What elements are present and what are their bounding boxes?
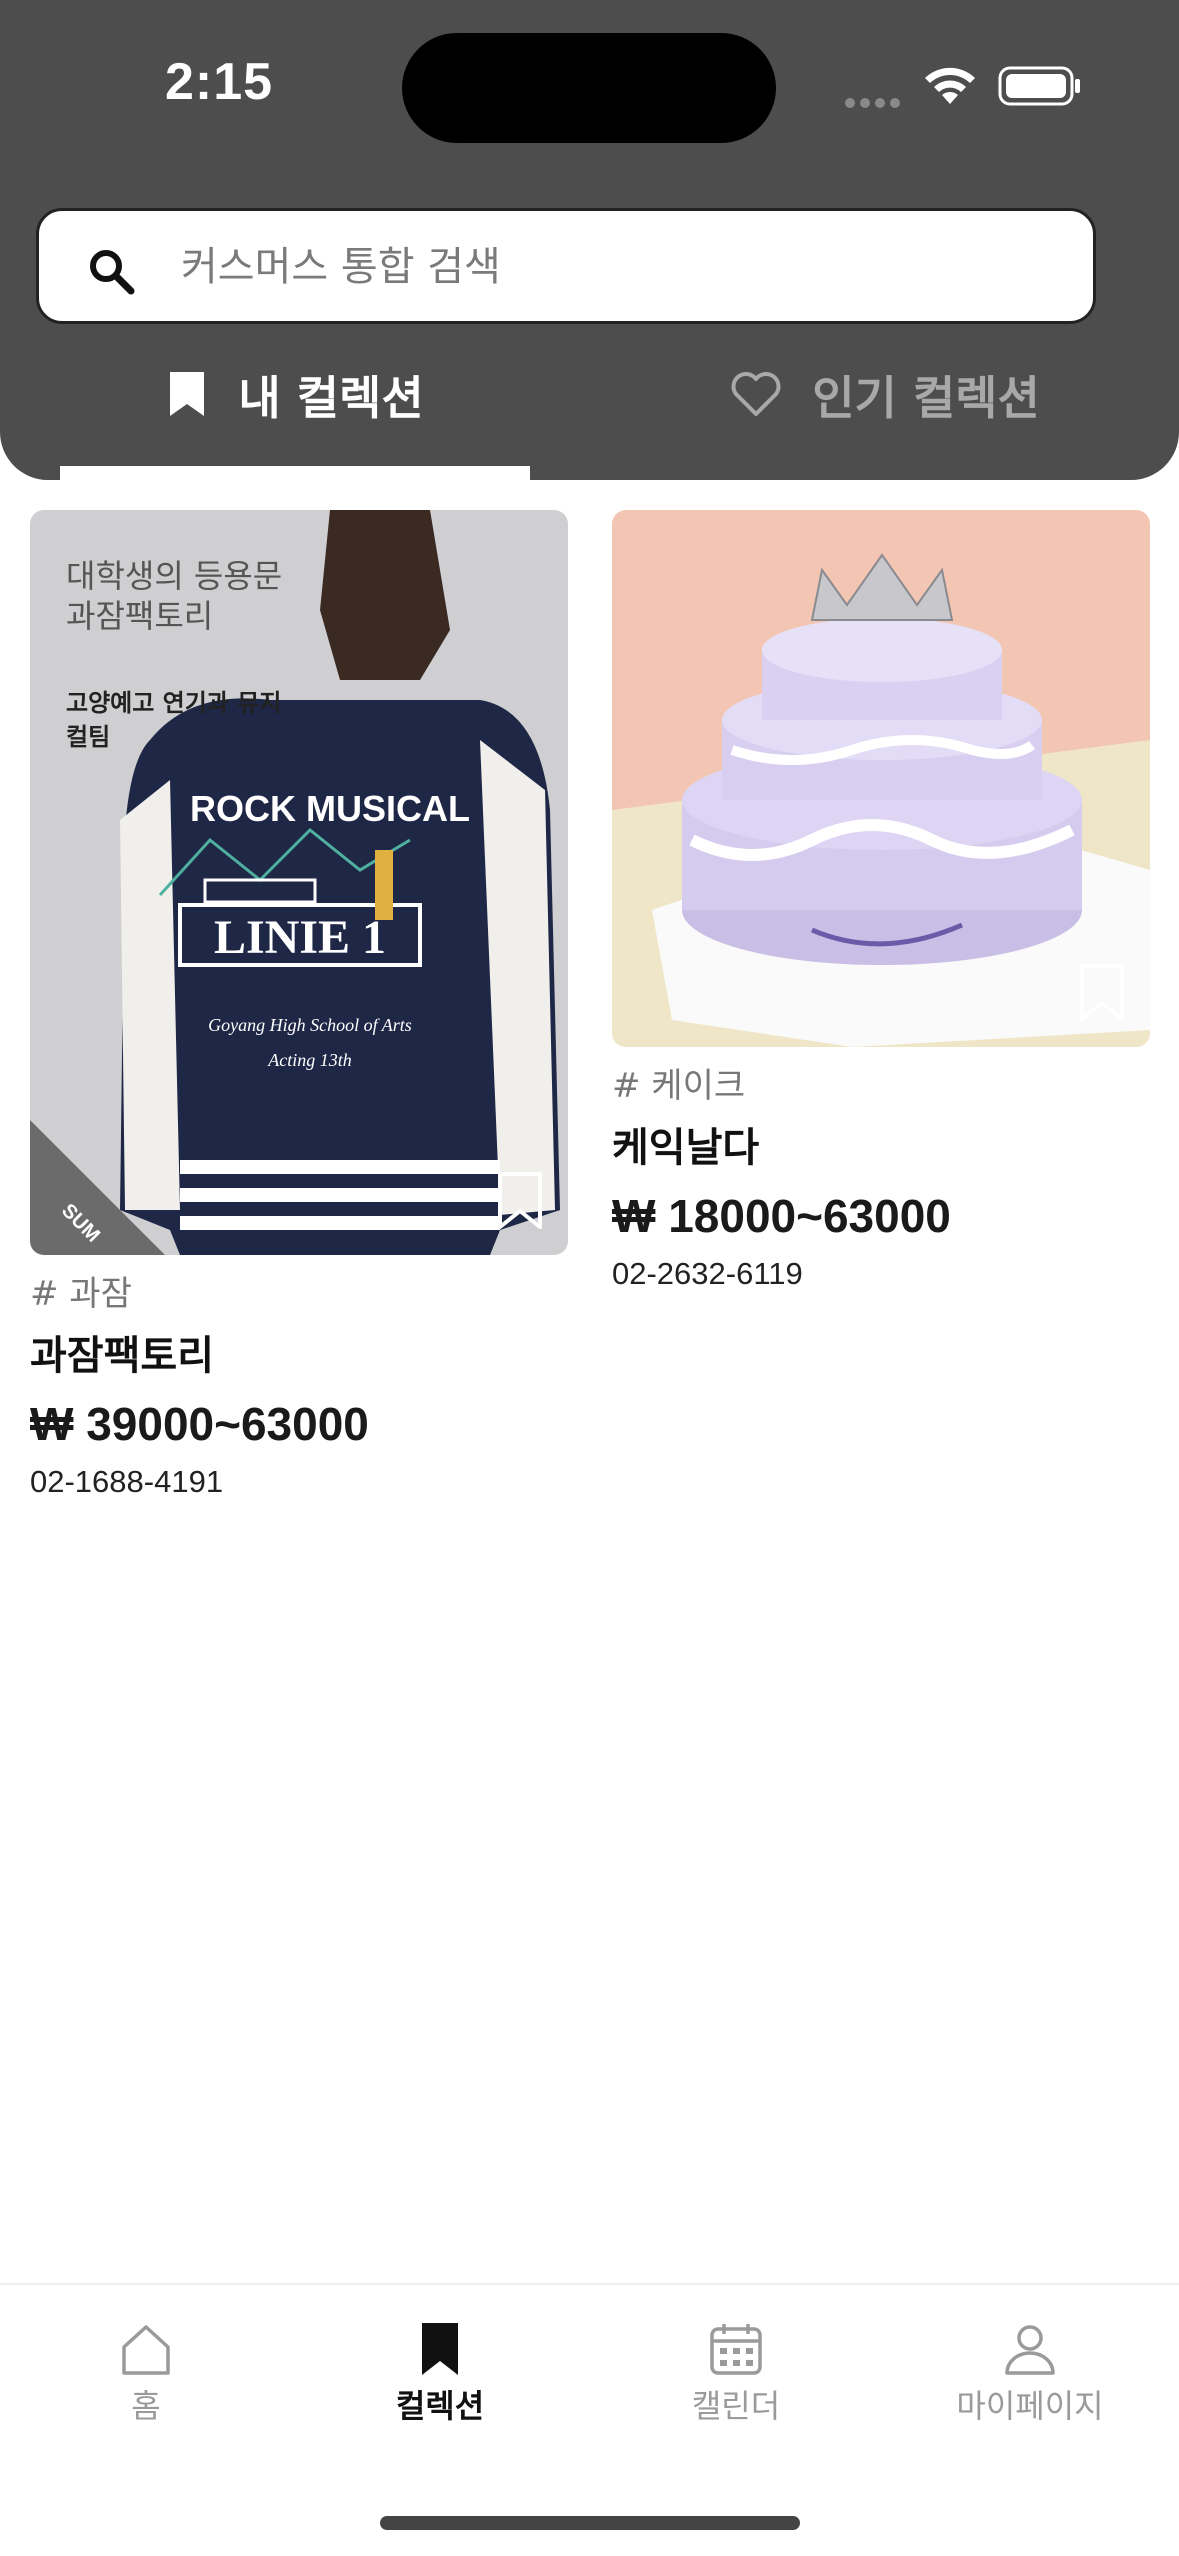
- home-indicator[interactable]: [380, 2516, 800, 2530]
- nav-collection[interactable]: 컬렉션: [340, 2321, 540, 2427]
- overlay-title: 대학생의 등용문 과잠팩토리: [66, 557, 283, 635]
- bookmark-icon: [422, 2323, 458, 2375]
- nav-calendar[interactable]: 캘린더: [636, 2321, 836, 2427]
- product-image-jacket[interactable]: 대학생의 등용문 과잠팩토리 고양예고 연기과 뮤지컬팀 ROCK MUSICA…: [30, 510, 568, 1255]
- bookmark-icon: [170, 372, 205, 416]
- person-icon: [1005, 2325, 1055, 2375]
- battery-icon: [998, 66, 1080, 106]
- search-input[interactable]: [179, 233, 1063, 301]
- home-icon: [122, 2325, 170, 2375]
- product-price: ₩ 39000~63000: [30, 1398, 369, 1450]
- tab-popular-collection[interactable]: 인기 컬렉션: [650, 350, 1120, 480]
- bookmark-icon[interactable]: [496, 1171, 544, 1231]
- tab-popular-collection-label: 인기 컬렉션: [812, 371, 1040, 425]
- product-card-gwajam[interactable]: 대학생의 등용문 과잠팩토리 고양예고 연기과 뮤지컬팀 ROCK MUSICA…: [30, 510, 568, 1505]
- bookmark-icon[interactable]: [1078, 963, 1126, 1023]
- product-phone: 02-2632-6119: [612, 1256, 803, 1291]
- product-name[interactable]: 케익날다: [612, 1117, 1150, 1179]
- dynamic-island: [402, 33, 776, 143]
- product-tag: # 케이크: [612, 1066, 746, 1106]
- tab-my-collection[interactable]: 내 컬렉션: [60, 350, 530, 480]
- wifi-icon: [925, 67, 975, 104]
- status-time: 2:15: [165, 53, 274, 111]
- search-icon[interactable]: [85, 245, 137, 297]
- header: 2:15 내 컬렉션 인기 컬렉션: [0, 0, 1179, 480]
- product-phone: 02-1688-4191: [30, 1464, 224, 1499]
- nav-collection-label: 컬렉션: [395, 2387, 485, 2425]
- product-card-cake[interactable]: # 케이크 케익날다 ₩ 18000~63000 02-2632-6119: [612, 510, 1150, 1297]
- nav-mypage-label: 마이페이지: [956, 2387, 1104, 2425]
- jacket-text-rock-musical: ROCK MUSICAL: [190, 788, 470, 829]
- product-price: ₩ 18000~63000: [612, 1190, 951, 1242]
- nav-home-label: 홈: [131, 2387, 161, 2425]
- heart-icon: [731, 372, 781, 416]
- search-bar[interactable]: [36, 208, 1096, 324]
- signal-dots-icon: [845, 95, 905, 108]
- cake-photo: [612, 510, 1150, 1047]
- tab-my-collection-label: 내 컬렉션: [238, 371, 424, 425]
- jacket-text-linie: LINIE 1: [213, 911, 387, 964]
- product-image-cake[interactable]: [612, 510, 1150, 1047]
- jacket-text-acting: Acting 13th: [268, 1050, 352, 1070]
- jacket-text-school: Goyang High School of Arts: [208, 1015, 412, 1035]
- nav-home[interactable]: 홈: [46, 2321, 246, 2427]
- nav-mypage[interactable]: 마이페이지: [930, 2321, 1130, 2427]
- product-tag: # 과잠: [30, 1274, 132, 1314]
- product-name[interactable]: 과잠팩토리: [30, 1325, 568, 1387]
- overlay-subtitle: 고양예고 연기과 뮤지컬팀: [66, 689, 282, 751]
- calendar-icon: [710, 2324, 762, 2375]
- active-tab-indicator: [60, 466, 530, 480]
- nav-calendar-label: 캘린더: [691, 2387, 781, 2425]
